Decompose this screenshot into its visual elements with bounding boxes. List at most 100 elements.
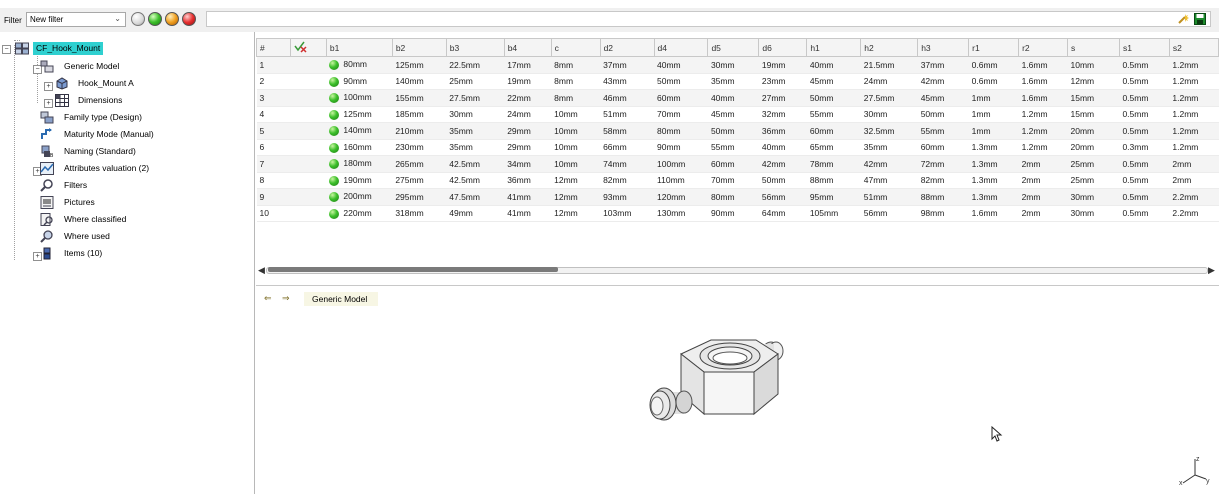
- column-header[interactable]: b1: [325, 38, 393, 57]
- table-cell: 1.6mm: [1018, 56, 1068, 74]
- table-row[interactable]: 5 140mm 210mm 35mm 29mm 10mm 58mm 80mm 50mm 36mm 6…: [256, 122, 1219, 140]
- tree-item-items[interactable]: + Items (10): [0, 247, 200, 261]
- table-row[interactable]: 1 80mm 125mm 22.5mm 17mm 8mm 37mm 40mm 30mm 19mm 4…: [256, 56, 1219, 74]
- table-cell: 30mm: [1067, 205, 1120, 222]
- status-red-filter-button[interactable]: [182, 12, 196, 26]
- column-header[interactable]: h2: [860, 38, 919, 57]
- column-header[interactable]: b4: [503, 38, 552, 57]
- tree-item-label: Naming (Standard): [64, 146, 136, 156]
- table-row[interactable]: 6 160mm 230mm 35mm 29mm 10mm 66mm 90mm 55mm 40mm 6…: [256, 139, 1219, 156]
- table-cell: 24mm: [860, 73, 918, 90]
- column-header[interactable]: #: [256, 38, 291, 57]
- status-orange-filter-button[interactable]: [165, 12, 179, 26]
- column-header[interactable]: b3: [445, 38, 505, 57]
- table-row[interactable]: 10 220mm 318mm 49mm 41mm 12mm 103mm 130mm 90mm 64…: [256, 205, 1219, 222]
- table-row[interactable]: 3 100mm 155mm 27.5mm 22mm 8mm 46mm 60mm 40mm 27mm…: [256, 89, 1219, 107]
- table-cell: 29mm: [504, 139, 552, 156]
- column-header[interactable]: s2: [1168, 38, 1219, 57]
- column-header[interactable]: d4: [653, 38, 709, 57]
- table-cell: 2mm: [1169, 155, 1219, 173]
- cell-value: 200mm: [343, 191, 372, 202]
- status-column-header[interactable]: [289, 38, 327, 57]
- table-row[interactable]: 4 125mm 185mm 30mm 24mm 10mm 51mm 70mm 45mm 32mm 5…: [256, 106, 1219, 123]
- column-header[interactable]: c: [550, 38, 601, 57]
- column-header[interactable]: d5: [707, 38, 760, 57]
- table-cell: 58mm: [600, 122, 655, 140]
- column-header[interactable]: h3: [917, 38, 970, 57]
- column-header[interactable]: s1: [1118, 38, 1170, 57]
- cell-value: 140mm: [343, 125, 372, 136]
- forward-arrow-icon[interactable]: ⇒: [282, 293, 290, 304]
- table-cell: 41mm: [504, 188, 552, 206]
- table-cell: 42mm: [758, 155, 807, 173]
- viewer-title: Generic Model: [304, 292, 378, 306]
- tree-item-where-classified[interactable]: Where classified: [0, 213, 200, 227]
- table-cell: 90mm: [707, 205, 759, 222]
- tree-item-where-used[interactable]: Where used: [0, 230, 200, 244]
- table-row[interactable]: 8 190mm 275mm 42.5mm 36mm 12mm 82mm 110mm 70mm 50…: [256, 172, 1219, 189]
- tree-item-pictures[interactable]: Pictures: [0, 196, 200, 210]
- filter-expression-field[interactable]: [206, 11, 1211, 27]
- status-green-icon: [329, 159, 340, 170]
- expand-icon[interactable]: +: [44, 99, 53, 108]
- scroll-thumb[interactable]: [268, 267, 558, 272]
- filter-dropdown[interactable]: New filter ⌄: [26, 12, 126, 27]
- scroll-left-icon[interactable]: ◀: [258, 265, 265, 276]
- maturity-icon: [41, 128, 52, 139]
- catalog-family-icon: [15, 42, 29, 55]
- table-cell: 30mm: [860, 106, 918, 123]
- tree-item-maturity-mode[interactable]: Maturity Mode (Manual): [0, 128, 200, 142]
- expand-icon[interactable]: +: [44, 82, 53, 91]
- table-cell: 160mm: [326, 139, 393, 156]
- table-cell: 27mm: [758, 89, 807, 107]
- tree-item-dimensions[interactable]: + Dimensions: [0, 94, 200, 108]
- table-row[interactable]: 2 90mm 140mm 25mm 19mm 8mm 43mm 50mm 35mm 23mm 45m…: [256, 73, 1219, 90]
- save-filter-icon[interactable]: [1194, 13, 1206, 25]
- column-header[interactable]: s: [1067, 38, 1120, 57]
- axis-triad-icon: z x y: [1179, 456, 1210, 487]
- tree-item-generic-model[interactable]: − Generic Model: [0, 60, 200, 74]
- table-cell: 60mm: [917, 139, 969, 156]
- 3d-viewer[interactable]: ⇐ ⇒ Generic Model z x y: [256, 285, 1219, 495]
- tree-item-label: Filters: [64, 180, 88, 190]
- tree-item-attributes-valuation[interactable]: + Attributes valuation (2): [0, 162, 200, 176]
- status-green-icon: [329, 142, 340, 153]
- tree-item-hook-mount-a[interactable]: + Hook_Mount A: [0, 77, 200, 91]
- clear-filter-icon[interactable]: [1178, 13, 1190, 25]
- scroll-right-icon[interactable]: ▶: [1208, 265, 1215, 276]
- tree-item-filters[interactable]: Filters: [0, 179, 200, 193]
- table-cell: 2.2mm: [1169, 205, 1219, 222]
- row-number-cell: 2: [256, 73, 291, 90]
- column-header[interactable]: d2: [599, 38, 655, 57]
- table-cell: 70mm: [707, 172, 759, 189]
- tree-item-family-type[interactable]: Family type (Design): [0, 111, 200, 125]
- table-cell: 1.2mm: [1018, 122, 1068, 140]
- column-header[interactable]: b2: [391, 38, 447, 57]
- table-cell: 36mm: [504, 172, 552, 189]
- column-header[interactable]: h1: [806, 38, 862, 57]
- status-cell: [290, 188, 327, 206]
- table-cell: 105mm: [806, 205, 861, 222]
- table-cell: 110mm: [654, 172, 708, 189]
- table-row[interactable]: 9 200mm 295mm 47.5mm 41mm 12mm 93mm 120mm 80mm 56…: [256, 188, 1219, 206]
- table-cell: 15mm: [1067, 106, 1120, 123]
- table-cell: 2mm: [1018, 172, 1068, 189]
- horizontal-scrollbar[interactable]: ◀ ▶: [256, 265, 1219, 275]
- back-arrow-icon[interactable]: ⇐: [264, 293, 272, 304]
- tree-item-naming[interactable]: B Naming (Standard): [0, 145, 200, 159]
- tree-root[interactable]: − CF_Hook_Mount: [0, 42, 150, 56]
- filter-dropdown-value: New filter: [30, 15, 64, 24]
- status-green-filter-button[interactable]: [148, 12, 162, 26]
- picture-icon: [40, 196, 54, 209]
- table-cell: 41mm: [504, 205, 552, 222]
- table-row[interactable]: 7 180mm 265mm 42.5mm 34mm 10mm 74mm 100mm 60mm 42…: [256, 155, 1219, 173]
- column-header[interactable]: r1: [968, 38, 1020, 57]
- column-header[interactable]: d6: [758, 38, 808, 57]
- table-cell: 88mm: [806, 172, 861, 189]
- collapse-icon[interactable]: −: [2, 45, 11, 54]
- table-cell: 25mm: [446, 73, 505, 90]
- status-none-filter-button[interactable]: [131, 12, 145, 26]
- column-header[interactable]: r2: [1018, 38, 1069, 57]
- tree-item-label: Where classified: [64, 214, 127, 224]
- table-cell: 60mm: [806, 122, 861, 140]
